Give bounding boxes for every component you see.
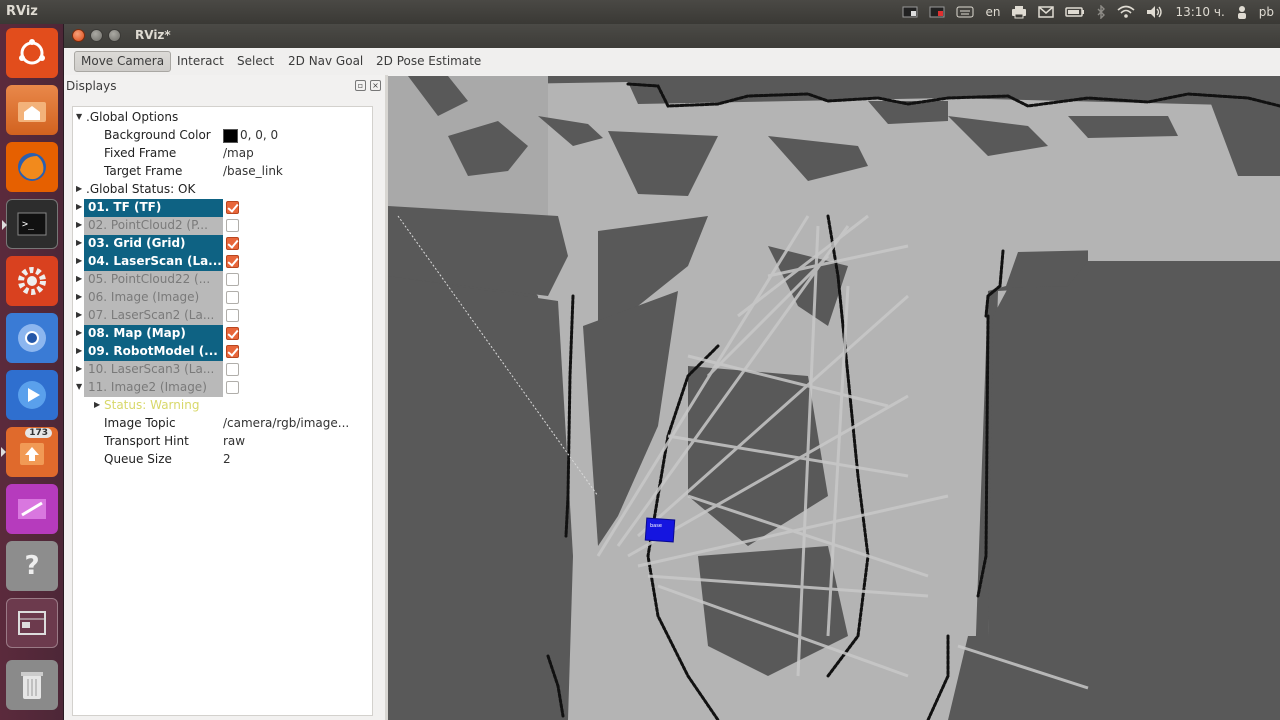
collapse-icon[interactable]: ▼	[76, 382, 84, 391]
display-checkbox[interactable]	[226, 381, 239, 394]
fixed-frame-row[interactable]: Fixed Frame /map	[73, 145, 372, 163]
expand-icon[interactable]: ▶	[76, 292, 84, 301]
display-checkbox[interactable]	[226, 273, 239, 286]
nav-goal-tool[interactable]: 2D Nav Goal	[282, 51, 369, 72]
svg-text:>_: >_	[22, 219, 35, 230]
window-titlebar[interactable]: RViz*	[64, 24, 1280, 48]
image-topic-row[interactable]: Image Topic /camera/rgb/image...	[73, 415, 372, 433]
terminal-icon[interactable]: >_	[2, 199, 58, 249]
display-item-map[interactable]: ▶ 08. Map (Map)	[73, 325, 372, 343]
wifi-icon[interactable]	[1117, 5, 1135, 19]
window-title: RViz*	[135, 28, 171, 42]
display-checkbox[interactable]	[226, 309, 239, 322]
media-player-icon[interactable]	[6, 370, 58, 420]
expand-icon[interactable]: ▶	[76, 274, 84, 283]
expand-icon[interactable]: ▶	[76, 184, 84, 193]
display-checkbox[interactable]	[226, 291, 239, 304]
collapse-icon[interactable]: ▼	[76, 112, 84, 121]
ubuntu-dash-icon[interactable]	[6, 28, 58, 78]
user-icon[interactable]	[1236, 5, 1248, 19]
pose-estimate-tool[interactable]: 2D Pose Estimate	[370, 51, 487, 72]
chromium-icon[interactable]	[6, 313, 58, 363]
expand-icon[interactable]: ▶	[76, 346, 84, 355]
window-minimize-button[interactable]	[90, 29, 103, 42]
expand-icon[interactable]: ▶	[76, 328, 84, 337]
global-options-row[interactable]: ▼ .Global Options	[73, 109, 372, 127]
displays-panel: Displays ▫ × ▼ .Global Options Backgroun…	[64, 75, 385, 720]
trash-icon[interactable]	[6, 660, 58, 710]
printer-icon[interactable]	[1011, 5, 1027, 19]
volume-icon[interactable]	[1146, 5, 1164, 19]
expand-icon[interactable]: ▶	[76, 220, 84, 229]
display-item-robotmodel[interactable]: ▶ 09. RobotModel (...	[73, 343, 372, 361]
expand-icon[interactable]: ▶	[76, 238, 84, 247]
robot-marker[interactable]: base	[644, 517, 676, 543]
expand-icon[interactable]: ▶	[76, 202, 84, 211]
mail-icon[interactable]	[1038, 6, 1055, 18]
global-status-row[interactable]: ▶ .Global Status: OK	[73, 181, 372, 199]
display-item-pointcloud22[interactable]: ▶ 05. PointCloud22 (...	[73, 271, 372, 289]
app-menu-title[interactable]: RViz	[6, 4, 38, 19]
software-updater-icon[interactable]: 173	[1, 427, 58, 477]
status-warning: Status: Warning	[104, 398, 200, 412]
display-item-laserscan2[interactable]: ▶ 07. LaserScan2 (La...	[73, 307, 372, 325]
target-frame-row[interactable]: Target Frame /base_link	[73, 163, 372, 181]
interact-tool[interactable]: Interact	[171, 51, 230, 72]
tools-toolbar: Move Camera Interact Select 2D Nav Goal …	[64, 49, 1280, 75]
display-item-laserscan[interactable]: ▶ 04. LaserScan (La...	[73, 253, 372, 271]
image2-status-row[interactable]: ▶ Status: Warning	[73, 397, 372, 415]
expand-icon[interactable]: ▶	[76, 364, 84, 373]
transport-hint-row[interactable]: Transport Hint raw	[73, 433, 372, 451]
workspace-switcher-icon[interactable]	[6, 598, 58, 648]
display-checkbox[interactable]	[226, 327, 239, 340]
display-checkbox[interactable]	[226, 255, 239, 268]
close-panel-icon[interactable]: ×	[370, 80, 381, 91]
record-icon[interactable]	[902, 6, 918, 18]
move-camera-tool[interactable]: Move Camera	[74, 51, 172, 72]
indicator-area: en 13:10 ч. pb	[902, 0, 1274, 24]
display-item-laserscan3[interactable]: ▶ 10. LaserScan3 (La...	[73, 361, 372, 379]
display-item-tf[interactable]: ▶ 01. TF (TF)	[73, 199, 372, 217]
occupancy-map: base	[388, 76, 1280, 720]
render-view[interactable]: base	[388, 76, 1280, 720]
display-item-grid[interactable]: ▶ 03. Grid (Grid)	[73, 235, 372, 253]
display-checkbox[interactable]	[226, 237, 239, 250]
queue-size-row[interactable]: Queue Size 2	[73, 451, 372, 469]
display-checkbox[interactable]	[226, 345, 239, 358]
top-panel: RViz en 13:10 ч. pb	[0, 0, 1280, 24]
user-name[interactable]: pb	[1259, 5, 1274, 19]
expand-icon[interactable]: ▶	[76, 310, 84, 319]
keyboard-icon[interactable]	[956, 6, 974, 18]
firefox-icon[interactable]	[6, 142, 58, 192]
display-item-image2[interactable]: ▼ 11. Image2 (Image)	[73, 379, 372, 397]
rviz-window: RViz* Move Camera Interact Select 2D Nav…	[64, 24, 1280, 720]
svg-text:base: base	[650, 523, 662, 529]
expand-icon[interactable]: ▶	[76, 256, 84, 265]
display-item-image[interactable]: ▶ 06. Image (Image)	[73, 289, 372, 307]
display-item-pointcloud2[interactable]: ▶ 02. PointCloud2 (P...	[73, 217, 372, 235]
update-count-badge: 173	[25, 428, 52, 438]
bluetooth-icon[interactable]	[1096, 5, 1106, 19]
background-color-row[interactable]: Background Color 0, 0, 0	[73, 127, 372, 145]
clock[interactable]: 13:10 ч.	[1175, 5, 1224, 19]
screen-icon[interactable]	[929, 6, 945, 18]
launcher: >_ 173 ?	[0, 24, 64, 720]
battery-icon[interactable]	[1065, 6, 1085, 18]
keyboard-layout[interactable]: en	[985, 5, 1000, 19]
files-icon[interactable]	[6, 85, 58, 135]
select-tool[interactable]: Select	[231, 51, 280, 72]
color-swatch[interactable]	[223, 129, 238, 143]
displays-tree[interactable]: ▼ .Global Options Background Color 0, 0,…	[72, 106, 373, 716]
display-checkbox[interactable]	[226, 201, 239, 214]
window-maximize-button[interactable]	[108, 29, 121, 42]
displays-title: Displays	[66, 79, 117, 93]
float-panel-icon[interactable]: ▫	[355, 80, 366, 91]
display-checkbox[interactable]	[226, 219, 239, 232]
display-checkbox[interactable]	[226, 363, 239, 376]
window-close-button[interactable]	[72, 29, 85, 42]
image-editor-icon[interactable]	[6, 484, 58, 534]
help-icon[interactable]: ?	[6, 541, 58, 591]
settings-icon[interactable]	[6, 256, 58, 306]
expand-icon[interactable]: ▶	[94, 400, 102, 409]
